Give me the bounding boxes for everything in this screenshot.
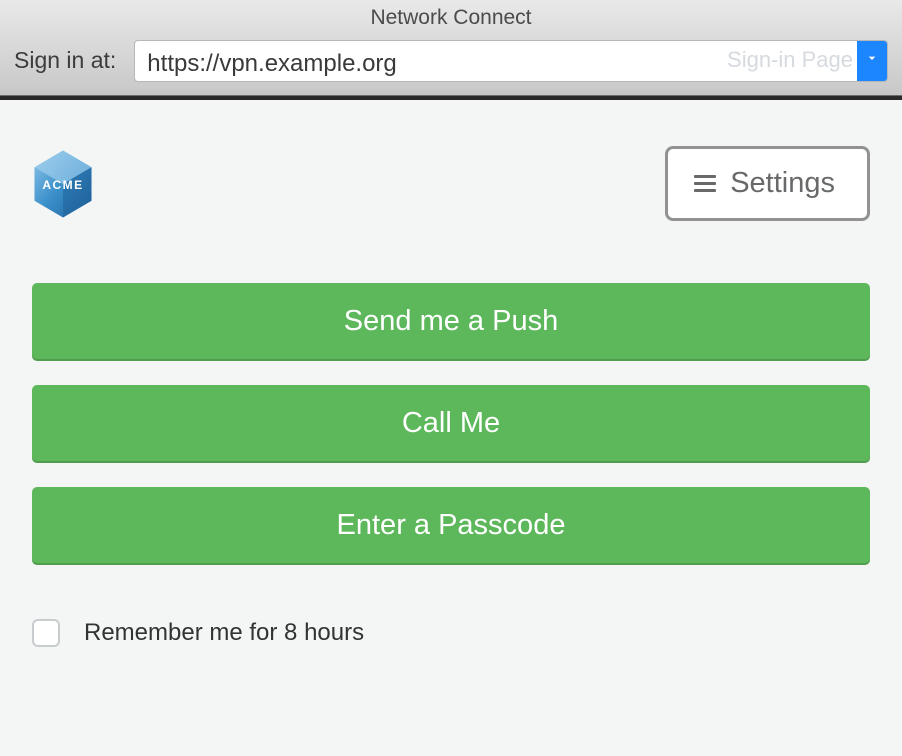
main-panel: ACME Settings Send me a Push Call Me Ent… <box>0 100 902 756</box>
enter-passcode-button[interactable]: Enter a Passcode <box>32 487 870 563</box>
send-push-button[interactable]: Send me a Push <box>32 283 870 359</box>
window-title: Network Connect <box>0 0 902 36</box>
settings-button[interactable]: Settings <box>665 146 870 221</box>
settings-button-label: Settings <box>730 167 835 200</box>
remember-label: Remember me for 8 hours <box>84 619 364 647</box>
brand-logo-text: ACME <box>42 178 83 192</box>
sign-in-toolbar: Sign in at: Sign-in Page <box>0 36 902 96</box>
header-row: ACME Settings <box>32 146 870 221</box>
sign-in-label: Sign in at: <box>14 47 116 74</box>
remember-row: Remember me for 8 hours <box>32 619 870 647</box>
chevron-down-icon <box>864 50 880 71</box>
url-field-wrap: Sign-in Page <box>134 40 888 82</box>
call-me-button[interactable]: Call Me <box>32 385 870 461</box>
menu-icon <box>694 175 716 193</box>
sign-in-page-hint: Sign-in Page <box>727 41 853 81</box>
remember-checkbox[interactable] <box>32 619 60 647</box>
auth-actions: Send me a Push Call Me Enter a Passcode <box>32 283 870 563</box>
url-dropdown-button[interactable] <box>857 41 887 81</box>
brand-logo: ACME <box>32 149 94 219</box>
